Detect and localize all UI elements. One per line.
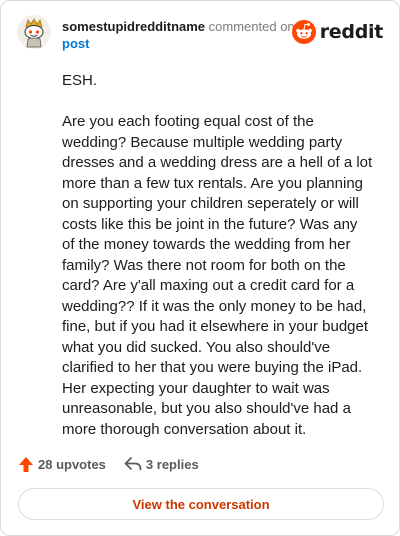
comment-footer: 28 upvotes 3 replies xyxy=(18,453,217,475)
view-conversation-button[interactable]: View the conversation xyxy=(18,488,384,520)
upvote-arrow-icon xyxy=(19,456,33,472)
comment-header: somestupidredditname commented on post r… xyxy=(17,15,385,55)
snoo-avatar-icon[interactable] xyxy=(17,15,51,49)
commented-label: commented on xyxy=(208,19,295,34)
reddit-logo-icon xyxy=(291,20,316,44)
upvote-count: 28 upvotes xyxy=(38,456,106,472)
reply-arrow-icon xyxy=(124,457,142,471)
reddit-logo[interactable]: reddit xyxy=(291,19,384,45)
brand-name: reddit xyxy=(319,21,384,43)
reply-count: 3 replies xyxy=(145,456,199,472)
comment-paragraph-verdict: ESH. xyxy=(62,72,98,89)
reply-stat[interactable]: 3 replies xyxy=(124,456,199,472)
comment-card: somestupidredditname commented on post r… xyxy=(0,0,400,536)
username[interactable]: somestupidredditname xyxy=(62,19,205,34)
comment-body: ESH. Are you each footing equal cost of … xyxy=(62,71,374,461)
upvote-stat[interactable]: 28 upvotes xyxy=(18,456,106,473)
comment-meta: somestupidredditname commented on post xyxy=(62,18,302,52)
post-link[interactable]: post xyxy=(62,35,302,52)
comment-paragraph-main: Are you each footing equal cost of the w… xyxy=(62,113,373,438)
